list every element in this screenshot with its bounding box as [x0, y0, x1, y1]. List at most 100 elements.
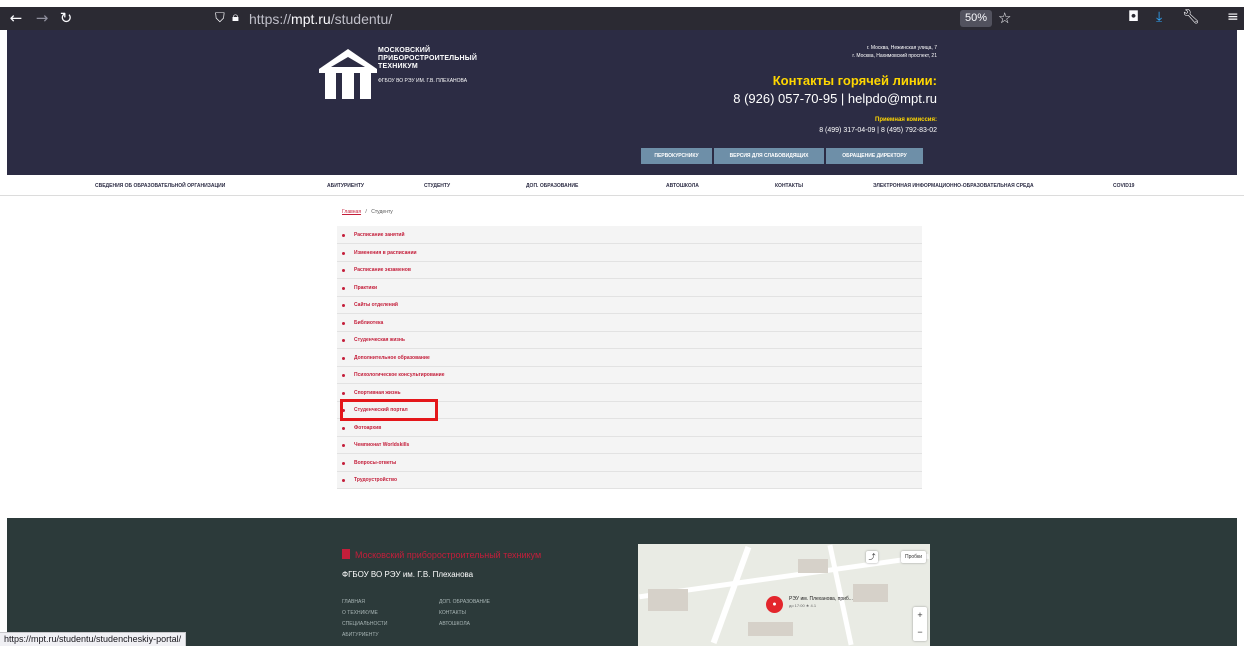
list-link-schedule[interactable]: Расписание занятий: [354, 232, 405, 238]
list-item: Практики: [337, 279, 922, 297]
map-zoom-control: + −: [913, 607, 927, 641]
bullet-icon: [342, 287, 345, 290]
zoom-in-button[interactable]: +: [913, 607, 927, 624]
breadcrumb-home[interactable]: Главная: [342, 209, 361, 215]
footer-link-home[interactable]: ГЛАВНАЯ: [342, 599, 365, 605]
nav-item-eios[interactable]: ЭЛЕКТРОННАЯ ИНФОРМАЦИОННО-ОБРАЗОВАТЕЛЬНА…: [873, 183, 1034, 189]
zoom-badge[interactable]: 50%: [960, 10, 993, 27]
list-item: Студенческая жизнь: [337, 331, 922, 349]
list-link-psychology[interactable]: Психологическое консультирование: [354, 372, 445, 378]
address-2: г. Москва, Нахимовский проспект, 21: [852, 53, 937, 59]
pocket-icon[interactable]: ◘: [1128, 9, 1139, 25]
arrow-right-icon[interactable]: →: [33, 9, 51, 27]
map-place-hours: до 17:00 ★ 4.1: [789, 603, 817, 608]
nav-item-contacts[interactable]: КОНТАКТЫ: [775, 183, 803, 189]
list-link-internships[interactable]: Практики: [354, 285, 377, 291]
student-links-list: Расписание занятий Изменения в расписани…: [337, 226, 922, 489]
list-link-employment[interactable]: Трудоустройство: [354, 477, 397, 483]
url-text[interactable]: https://mpt.ru/studentu/: [249, 11, 392, 27]
zoom-out-button[interactable]: −: [913, 624, 927, 641]
list-item: Фотоархив: [337, 419, 922, 437]
map-building: [748, 622, 793, 636]
list-item: Чемпионат Worldskills: [337, 436, 922, 454]
list-item: Расписание экзаменов: [337, 261, 922, 279]
footer-link-specialties[interactable]: СПЕЦИАЛЬНОСТИ: [342, 621, 387, 627]
breadcrumb: Главная / Студенту: [342, 209, 393, 215]
hotline-title: Контакты горячей линии:: [772, 73, 937, 88]
breadcrumb-separator: /: [365, 209, 367, 215]
url-prefix: https://: [249, 11, 292, 27]
star-icon[interactable]: ☆: [998, 9, 1011, 27]
arrow-left-icon[interactable]: ←: [7, 9, 25, 27]
nav-item-about[interactable]: СВЕДЕНИЯ ОБ ОБРАЗОВАТЕЛЬНОЙ ОРГАНИЗАЦИИ: [95, 183, 225, 189]
director-appeal-button[interactable]: ОБРАЩЕНИЕ ДИРЕКТОРУ: [826, 148, 923, 164]
first-year-button[interactable]: ПЕРВОКУРСНИКУ: [641, 148, 712, 164]
download-icon[interactable]: ⤓: [1156, 9, 1162, 25]
list-link-faq[interactable]: Вопросы-ответы: [354, 460, 396, 466]
hotline-phone[interactable]: 8 (926) 057-70-95 | helpdo@mpt.ru: [733, 91, 937, 106]
map-place-name[interactable]: РЭУ им. Плеханова, приб...: [789, 596, 853, 602]
admission-phones[interactable]: 8 (499) 317-04-09 | 8 (495) 792-83-02: [819, 127, 937, 134]
bullet-icon: [342, 252, 345, 255]
map-building: [798, 559, 828, 573]
list-item: Трудоустройство: [337, 471, 922, 489]
map-building: [853, 584, 888, 602]
college-logo-icon[interactable]: [317, 47, 379, 100]
nav-item-applicants[interactable]: АБИТУРИЕНТУ: [327, 183, 364, 189]
traffic-button[interactable]: Пробки: [901, 551, 926, 563]
nav-item-driving-school[interactable]: АВТОШКОЛА: [666, 183, 699, 189]
list-link-department-sites[interactable]: Сайты отделений: [354, 302, 398, 308]
bullet-icon: [342, 427, 345, 430]
site-footer: Московский приборостроительный техникум …: [7, 518, 1237, 646]
highlight-box: [340, 399, 438, 421]
lock-icon[interactable]: 🔒︎: [232, 10, 239, 25]
url-path: /studentu/: [330, 11, 393, 27]
bullet-icon: [342, 357, 345, 360]
list-item: Сайты отделений: [337, 296, 922, 314]
nav-item-students[interactable]: СТУДЕНТУ: [424, 183, 450, 189]
list-link-exams[interactable]: Расписание экзаменов: [354, 267, 411, 273]
list-link-student-life[interactable]: Студенческая жизнь: [354, 337, 405, 343]
bullet-icon: [342, 304, 345, 307]
main-nav: СВЕДЕНИЯ ОБ ОБРАЗОВАТЕЛЬНОЙ ОРГАНИЗАЦИИ …: [0, 176, 1244, 196]
list-link-sports[interactable]: Спортивная жизнь: [354, 390, 401, 396]
shield-icon[interactable]: ⛉: [215, 11, 225, 26]
list-item: Расписание занятий: [337, 226, 922, 244]
building-icon: [342, 549, 350, 559]
list-link-schedule-changes[interactable]: Изменения в расписании: [354, 250, 417, 256]
list-link-library[interactable]: Библиотека: [354, 320, 383, 326]
low-vision-button[interactable]: ВЕРСИЯ ДЛЯ СЛАБОВИДЯЩИХ: [714, 148, 824, 164]
route-icon[interactable]: ⤴: [866, 551, 878, 563]
list-link-photo-archive[interactable]: Фотоархив: [354, 425, 381, 431]
nav-item-extra-education[interactable]: ДОП. ОБРАЗОВАНИЕ: [526, 183, 578, 189]
bullet-icon: [342, 479, 345, 482]
url-bar[interactable]: ⛉ 🔒︎ https://mpt.ru/studentu/ 50% ☆: [205, 8, 1020, 29]
footer-brand[interactable]: Московский приборостроительный техникум: [355, 550, 541, 560]
list-item: Изменения в расписании: [337, 244, 922, 262]
map-road: [710, 546, 752, 644]
logo-line3: ТЕХНИКУМ: [378, 63, 418, 70]
admission-title: Приемная комиссия:: [875, 117, 937, 123]
footer-link-driving-school[interactable]: АВТОШКОЛА: [439, 621, 470, 627]
footer-link-about[interactable]: О ТЕХНИКУМЕ: [342, 610, 378, 616]
map-road: [827, 544, 854, 646]
bullet-icon: [342, 374, 345, 377]
map-pin-icon[interactable]: ●: [766, 596, 783, 613]
footer-link-extra-education[interactable]: ДОП. ОБРАЗОВАНИЕ: [439, 599, 490, 605]
breadcrumb-current: Студенту: [371, 209, 393, 215]
hamburger-icon[interactable]: ≡: [1227, 9, 1239, 25]
reload-icon[interactable]: ↻: [57, 9, 75, 27]
map-widget[interactable]: ⤴ Пробки ● РЭУ им. Плеханова, приб... до…: [638, 544, 930, 646]
footer-link-contacts[interactable]: КОНТАКТЫ: [439, 610, 466, 616]
logo-subtitle: ФГБОУ ВО РЭУ ИМ. Г.В. ПЛЕХАНОВА: [378, 78, 468, 84]
bullet-icon: [342, 392, 345, 395]
wrench-icon[interactable]: 🔧︎: [1182, 9, 1200, 25]
list-link-extra-education[interactable]: Дополнительное образование: [354, 355, 430, 361]
list-link-worldskills[interactable]: Чемпионат Worldskills: [354, 442, 409, 448]
footer-link-applicants[interactable]: АБИТУРИЕНТУ: [342, 632, 379, 638]
logo-title[interactable]: МОСКОВСКИЙ ПРИБОРОСТРОИТЕЛЬНЫЙ ТЕХНИКУМ: [378, 47, 477, 71]
bullet-icon: [342, 444, 345, 447]
map-building: [648, 589, 688, 611]
list-item: Вопросы-ответы: [337, 454, 922, 472]
nav-item-covid19[interactable]: COVID19: [1113, 183, 1134, 189]
